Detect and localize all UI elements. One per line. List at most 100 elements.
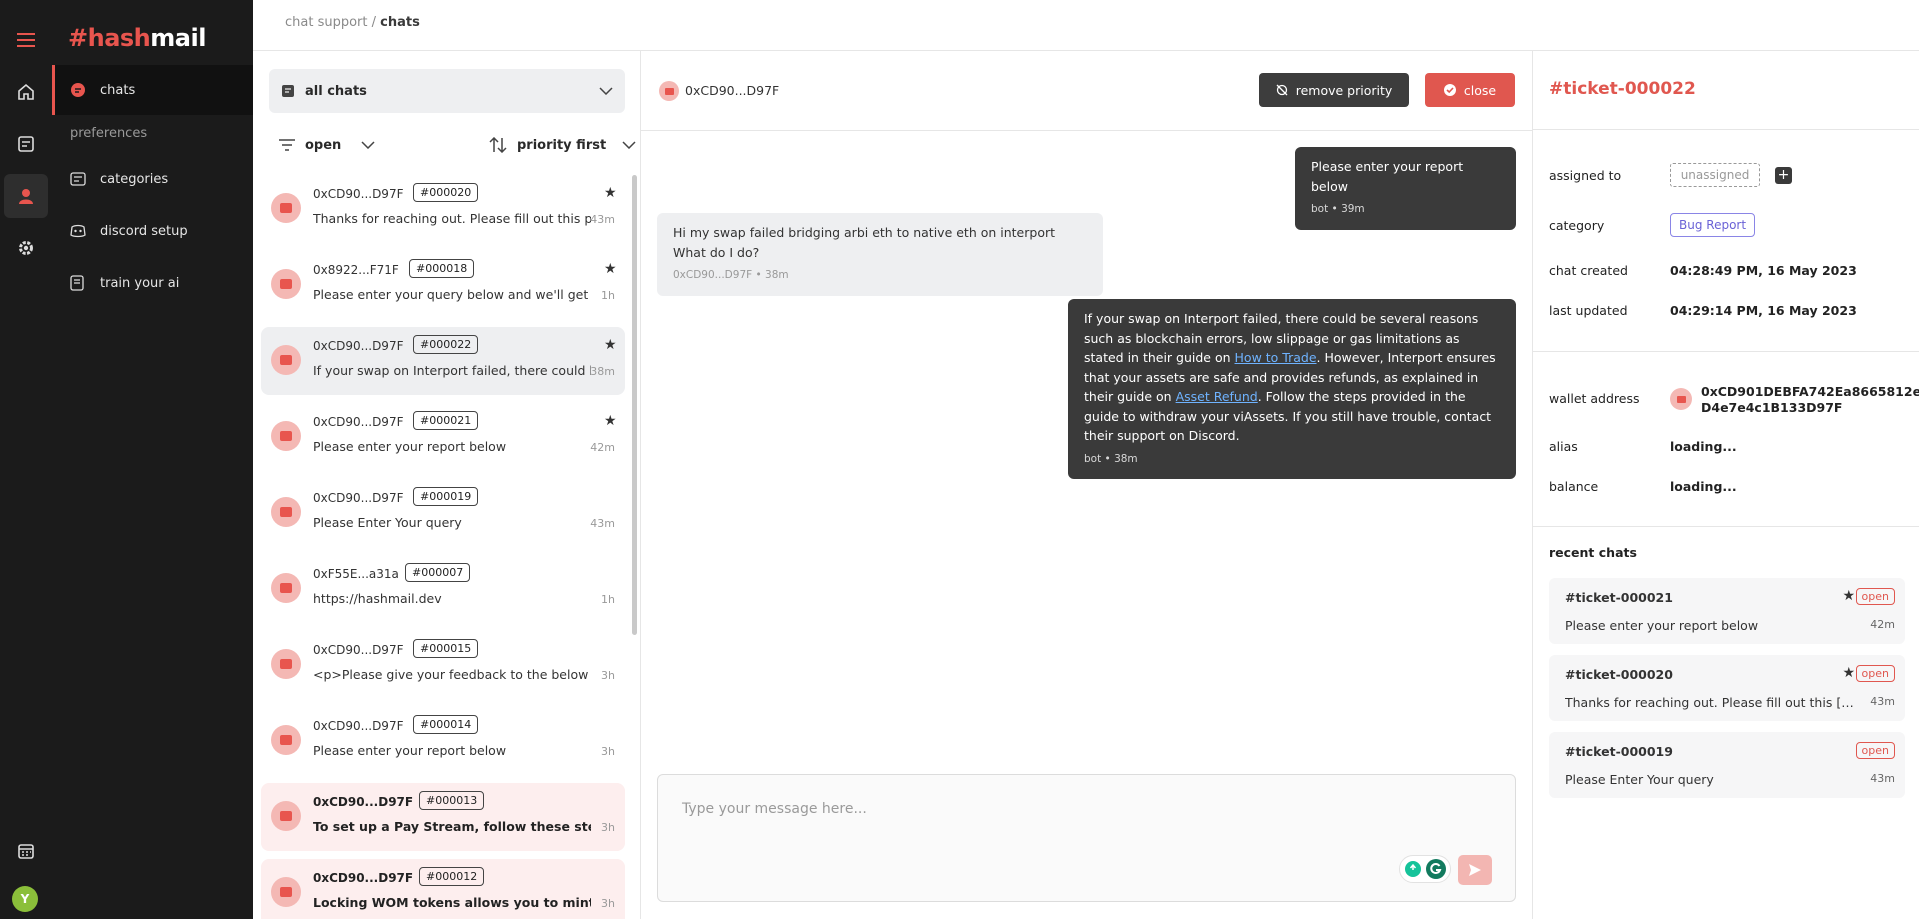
app-logo[interactable]: #hashmail <box>68 24 206 52</box>
chat-preview: Thanks for reaching out. Please fill out… <box>313 211 591 226</box>
wallet-avatar <box>271 421 301 451</box>
divider <box>1533 526 1919 527</box>
priority-off-icon <box>1276 84 1288 96</box>
ticket-badge: #000022 <box>413 335 479 354</box>
add-assignee-button[interactable]: + <box>1775 167 1792 184</box>
chat-list-item[interactable]: 0xCD90...D97F #000022 ★ If your swap on Int… <box>261 327 625 395</box>
chat-list-item[interactable]: 0xF55E...a31a #000007 https://hashmail.dev… <box>261 555 625 623</box>
chevron-down-icon <box>599 87 613 95</box>
settings-gear-icon[interactable] <box>0 226 52 270</box>
sidebar-item-label: chats <box>100 82 136 98</box>
category-badge[interactable]: Bug Report <box>1670 213 1756 237</box>
wallet-avatar <box>271 345 301 375</box>
updated-value: 04:29:14 PM, 16 May 2023 <box>1670 303 1857 318</box>
send-icon <box>1468 863 1482 877</box>
send-button[interactable] <box>1458 855 1492 885</box>
chat-time: 1h <box>601 593 615 606</box>
check-circle-icon <box>1443 84 1456 96</box>
ticket-badge: #000013 <box>419 791 485 810</box>
chat-list-item[interactable]: 0xCD90...D97F #000020 ★ Thanks for reaching… <box>261 175 625 243</box>
sidebar-item-train-your-ai[interactable]: train your ai <box>52 258 253 308</box>
lightbulb-icon <box>1404 860 1422 878</box>
inbox-icon[interactable] <box>0 122 52 166</box>
recent-chats-heading: recent chats <box>1549 545 1637 560</box>
chat-time: 43m <box>590 517 615 530</box>
star-icon[interactable]: ★ <box>604 185 617 201</box>
how-to-trade-link[interactable]: How to Trade <box>1235 350 1317 365</box>
chevron-down-icon <box>361 141 375 149</box>
chat-preview: Please Enter Your query <box>313 515 462 530</box>
chat-header: 0xCD90...D97F remove priority close <box>641 51 1532 131</box>
hamburger-menu-icon[interactable] <box>0 18 52 62</box>
close-ticket-button[interactable]: close <box>1425 73 1515 107</box>
chat-list-item[interactable]: 0xCD90...D97F #000015 <p>Please give your … <box>261 631 625 699</box>
assignee-selector[interactable]: unassigned <box>1670 163 1760 187</box>
sort-dropdown[interactable]: priority first <box>489 131 636 159</box>
chat-preview: To set up a Pay Stream, follow these ste… <box>313 819 591 834</box>
star-icon[interactable]: ★ <box>604 413 617 429</box>
remove-priority-button[interactable]: remove priority <box>1259 73 1409 107</box>
home-icon[interactable] <box>0 70 52 114</box>
recent-chat-card[interactable]: #ticket-000020 ★ open Thanks for reaching o… <box>1549 655 1905 721</box>
wallet-avatar <box>271 801 301 831</box>
recent-preview: Please Enter Your query <box>1565 772 1714 787</box>
chat-preview: Please enter your query below and we'll … <box>313 287 591 302</box>
star-icon[interactable]: ★ <box>604 261 617 277</box>
chat-list-item[interactable]: 0xCD90...D97F #000019 Please Enter Your qu… <box>261 479 625 547</box>
star-icon[interactable]: ★ <box>604 337 617 353</box>
book-icon <box>70 275 90 291</box>
alias-value: loading... <box>1670 439 1737 454</box>
wallet-avatar <box>271 725 301 755</box>
wallet-address[interactable]: 0xCD901DEBFA742Ea8665812e9 D4e7e4c1B133D9… <box>1701 384 1919 416</box>
wallet-avatar <box>271 649 301 679</box>
sidebar-item-categories[interactable]: categories <box>52 154 253 204</box>
chat-list-item[interactable]: 0xCD90...D97F #000013 To set up a Pay Stre… <box>261 783 625 851</box>
wallet-avatar <box>271 193 301 223</box>
balance-label: balance <box>1549 479 1599 494</box>
message-text: Hi my swap failed bridging arbi eth to n… <box>673 225 1056 260</box>
chevron-down-icon <box>622 141 636 149</box>
wallet-avatar <box>1670 388 1692 410</box>
star-icon[interactable]: ★ <box>1842 665 1855 681</box>
wallet-avatar <box>271 573 301 603</box>
message-text: If your swap on Interport failed, there … <box>1084 311 1496 443</box>
chat-panel: 0xCD90...D97F remove priority close Plea… <box>641 51 1532 919</box>
sidebar-item-chats[interactable]: chats <box>52 65 253 115</box>
calendar-icon[interactable] <box>0 829 52 873</box>
chat-wallet-name: 0xF55E...a31a <box>313 567 399 581</box>
status-filter-dropdown[interactable]: open <box>279 131 375 159</box>
ticket-badge: #000012 <box>419 867 485 886</box>
chat-list-item[interactable]: 0xCD90...D97F #000014 Please enter your re… <box>261 707 625 775</box>
message-bubble-bot: If your swap on Interport failed, there … <box>1068 299 1516 479</box>
chat-list-item[interactable]: 0xCD90...D97F #000021 ★ Please enter your r… <box>261 403 625 471</box>
chat-preview: If your swap on Interport failed, there … <box>313 363 591 378</box>
asset-refund-link[interactable]: Asset Refund <box>1176 389 1258 404</box>
chat-preview: Please enter your report below <box>313 743 507 758</box>
chat-list-item[interactable]: 0xCD90...D97F #000012 Locking WOM tokens a… <box>261 859 625 919</box>
grammarly-widget[interactable] <box>1399 855 1451 883</box>
discord-icon <box>70 224 90 238</box>
support-agent-icon[interactable] <box>4 174 48 218</box>
recent-chat-card[interactable]: #ticket-000019 open Please Enter Your quer… <box>1549 732 1905 798</box>
sidebar-item-label: discord setup <box>100 223 188 239</box>
user-avatar[interactable]: Y <box>12 886 38 912</box>
message-composer[interactable]: Type your message here... <box>657 774 1516 902</box>
chat-scope-dropdown[interactable]: all chats <box>269 69 625 113</box>
chat-wallet-name: 0xCD90...D97F <box>313 871 414 885</box>
breadcrumb-parent[interactable]: chat support / <box>285 15 376 30</box>
ticket-badge: #000018 <box>409 259 475 278</box>
chat-list-item[interactable]: 0x8922...F71F #000018 ★ Please enter your q… <box>261 251 625 319</box>
message-text: Please enter your report below <box>1311 159 1464 194</box>
chat-list-scrollbar[interactable] <box>632 175 637 635</box>
chat-bubble-icon <box>70 82 90 98</box>
recent-chat-card[interactable]: #ticket-000021 ★ open Please enter your rep… <box>1549 578 1905 644</box>
created-label: chat created <box>1549 263 1628 278</box>
sidebar: #hashmail chats preferences categories d… <box>52 0 253 919</box>
star-icon[interactable]: ★ <box>1842 588 1855 604</box>
recent-time: 43m <box>1870 772 1895 785</box>
message-input[interactable]: Type your message here... <box>682 801 867 817</box>
chat-wallet-name: 0xCD90...D97F <box>313 187 404 201</box>
chat-time: 43m <box>590 213 615 226</box>
status-badge: open <box>1855 588 1895 605</box>
sidebar-item-discord-setup[interactable]: discord setup <box>52 206 253 256</box>
